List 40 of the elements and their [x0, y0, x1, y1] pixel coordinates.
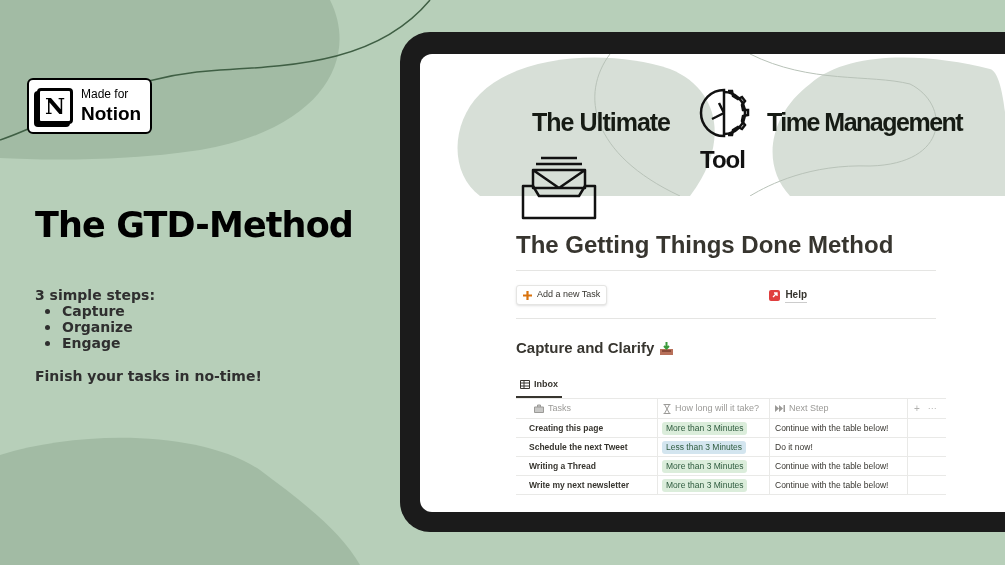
step-item: Capture: [62, 302, 125, 321]
duration-tag: More than 3 Minutes: [662, 459, 748, 473]
clock-gear-icon: [698, 87, 750, 139]
section-heading: Capture and Clarify: [516, 338, 655, 358]
view-tab[interactable]: Inbox: [516, 377, 562, 398]
next-step-cell: Continue with the table below!: [770, 419, 908, 437]
table-icon: [520, 379, 530, 389]
skip-forward-icon: [775, 405, 785, 412]
step-item: Engage: [62, 334, 121, 353]
duration-tag: Less than 3 Minutes: [662, 440, 747, 454]
task-cell[interactable]: Creating this page: [516, 419, 658, 437]
bullet-icon: [45, 308, 50, 314]
cover-title: The Ultimate: [532, 107, 671, 138]
inbox-tray-icon: [659, 340, 675, 356]
notion-logo-icon: N: [37, 88, 73, 124]
help-link[interactable]: Help: [769, 287, 808, 303]
next-step-cell: Continue with the table below!: [770, 457, 908, 475]
step-item: Organize: [62, 318, 133, 337]
badge-title: Notion: [81, 101, 142, 126]
next-step-cell: Continue with the table below!: [770, 476, 908, 494]
next-step-cell: Do it now!: [770, 438, 908, 456]
plus-icon: [523, 290, 532, 300]
task-cell[interactable]: Schedule the next Tweet: [516, 438, 658, 456]
briefcase-icon: [534, 404, 544, 413]
duration-tag: More than 3 Minutes: [662, 421, 748, 435]
badge-caption: Made for: [81, 86, 130, 102]
task-cell[interactable]: Writing a Thread: [516, 457, 658, 475]
cover-subtitle: Tool: [700, 145, 745, 175]
bullet-icon: [45, 340, 50, 346]
steps-heading: 3 simple steps:: [35, 287, 156, 303]
tagline: Finish your tasks in no-time!: [35, 367, 263, 386]
hourglass-icon: [663, 403, 671, 414]
link-icon: [769, 289, 781, 301]
bullet-icon: [45, 324, 50, 330]
cover-title: Time Management: [767, 107, 963, 138]
headline: The GTD-Method: [35, 208, 354, 243]
duration-tag: More than 3 Minutes: [662, 478, 748, 492]
page-title: The Getting Things Done Method: [516, 230, 895, 260]
add-task-button[interactable]: Add a new Task: [516, 285, 608, 305]
task-cell[interactable]: Write my next newsletter: [516, 476, 658, 494]
